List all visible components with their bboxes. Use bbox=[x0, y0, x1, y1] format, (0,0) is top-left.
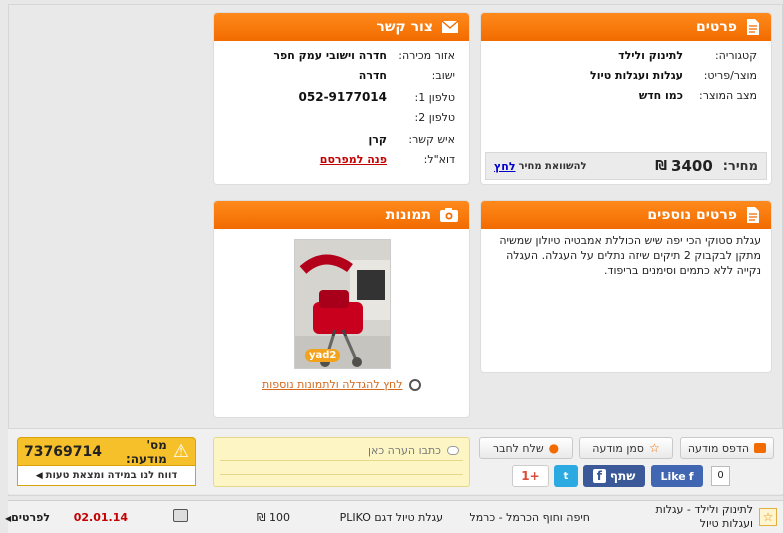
contact-person-value: קרן bbox=[368, 133, 388, 146]
envelope-icon bbox=[441, 20, 459, 33]
send-to-friend-button[interactable]: ● שלח לחבר bbox=[479, 437, 573, 459]
document-icon bbox=[747, 19, 759, 35]
facebook-icon: f bbox=[688, 469, 694, 483]
send-label: שלח לחבר bbox=[492, 441, 544, 455]
category-label: קטגוריה: bbox=[714, 49, 757, 62]
print-icon bbox=[754, 443, 767, 453]
listing-title: עגלת טיול דגם PLIKO bbox=[339, 511, 443, 524]
more-details-header: פרטים נוספים bbox=[481, 201, 771, 229]
contact-panel: צור קשר אזור מכירה: חדרה וישובי עמק חפר … bbox=[213, 12, 470, 185]
enlarge-row: לחץ להגדלה ולתמונות נוספות bbox=[214, 378, 469, 391]
phone1-value: 052-9177014 bbox=[298, 90, 387, 104]
currency: ₪ bbox=[655, 158, 668, 174]
photos-header: תמונות bbox=[214, 201, 469, 229]
ad-number-box: ⚠ מס' מודעה: 73769714 bbox=[17, 437, 196, 466]
contact-title: צור קשר bbox=[376, 19, 433, 35]
condition-label: מצב המוצר: bbox=[699, 89, 757, 102]
facebook-like-button[interactable]: f Like bbox=[651, 465, 703, 487]
listing-price: 100 ₪ bbox=[256, 511, 290, 524]
save-label: סמן מודעה bbox=[592, 441, 644, 455]
google-plus-button[interactable]: +1 bbox=[512, 465, 549, 487]
camera-icon bbox=[440, 208, 458, 222]
yad2-watermark: yad2 bbox=[305, 349, 341, 362]
details-panel: פרטים קטגוריה: לתינוק ולילד מוצר/פריט: ע… bbox=[480, 12, 772, 185]
enlarge-photos-link[interactable]: לחץ להגדלה ולתמונות נוספות bbox=[262, 378, 403, 391]
google-plus-label: +1 bbox=[521, 469, 540, 483]
star-icon: ☆ bbox=[648, 441, 660, 455]
twitter-button[interactable]: t bbox=[554, 465, 578, 487]
listing-row[interactable]: ☆ לתינוק ולילד - עגלות ועגלות טיול חיפה … bbox=[5, 500, 783, 533]
compare-price-link[interactable]: לחץ bbox=[494, 160, 515, 173]
listing-category: לתינוק ולילד - עגלות ועגלות טיול bbox=[655, 503, 753, 530]
city-label: ישוב: bbox=[431, 69, 455, 82]
share-label: שתף bbox=[609, 469, 636, 483]
ad-number-value: 73769714 bbox=[24, 443, 102, 460]
price-value: 3400 bbox=[671, 157, 713, 175]
twitter-icon: t bbox=[563, 470, 569, 482]
photos-title: תמונות bbox=[385, 207, 431, 223]
facebook-share-button[interactable]: שתף f bbox=[583, 465, 645, 487]
details-label: לפרטים bbox=[11, 511, 50, 524]
note-area[interactable]: כתבו הערה כאן bbox=[213, 437, 470, 487]
like-count: 0 bbox=[711, 466, 730, 486]
note-placeholder: כתבו הערה כאן bbox=[367, 444, 441, 457]
area-label: אזור מכירה: bbox=[398, 49, 455, 62]
report-error-link[interactable]: דווח לנו במידה ומצאת טעות ◀ bbox=[17, 466, 196, 486]
report-label: דווח לנו במידה ומצאת טעות bbox=[45, 470, 178, 481]
listing-date: 02.01.14 bbox=[73, 511, 128, 524]
facebook-icon: f bbox=[592, 469, 606, 483]
city-value: חדרה bbox=[358, 69, 387, 82]
more-details-panel: פרטים נוספים עגלת סטוקי הכי יפה שיש הכול… bbox=[480, 200, 772, 373]
phone2-label: טלפון 2: bbox=[414, 111, 455, 124]
phone1-label: טלפון 1: bbox=[414, 91, 455, 104]
document-icon bbox=[747, 207, 759, 223]
listing-details-link[interactable]: לפרטים◀ bbox=[5, 511, 50, 524]
like-label: Like bbox=[660, 469, 686, 483]
product-value: עגלות ועגלות טיול bbox=[590, 69, 683, 82]
category-value: לתינוק ולילד bbox=[618, 49, 683, 62]
details-title: פרטים bbox=[695, 19, 737, 35]
stroller-photo[interactable]: yad2 bbox=[294, 239, 391, 369]
contact-header: צור קשר bbox=[214, 13, 469, 41]
warning-icon: ⚠ bbox=[172, 440, 189, 462]
print-label: הדפס מודעה bbox=[687, 441, 750, 455]
details-header: פרטים bbox=[481, 13, 771, 41]
email-label: דוא"ל: bbox=[423, 153, 455, 166]
listing-area: חיפה וחוף הכרמל - כרמל bbox=[469, 511, 590, 524]
price-bar: מחיר: 3400 ₪ להשוואת מחיר לחץ bbox=[485, 152, 767, 180]
chevron-left-icon: ◀ bbox=[35, 470, 43, 481]
compare-price-text: להשוואת מחיר bbox=[518, 160, 587, 172]
zoom-icon bbox=[409, 379, 421, 391]
photos-panel: תמונות yad2 לחץ להגדלה ולתמונות נוספות bbox=[213, 200, 470, 418]
contact-person-label: איש קשר: bbox=[408, 133, 455, 146]
speech-bubble-icon bbox=[447, 446, 459, 455]
ad-number-label: מס' מודעה: bbox=[125, 437, 167, 466]
price-label: מחיר: bbox=[722, 158, 758, 174]
product-label: מוצר/פריט: bbox=[703, 69, 757, 82]
email-advertiser-link[interactable]: פנה למפרסם bbox=[320, 153, 387, 166]
condition-value: כמו חדש bbox=[638, 89, 683, 102]
print-ad-button[interactable]: הדפס מודעה bbox=[680, 437, 774, 459]
star-icon[interactable]: ☆ bbox=[759, 508, 777, 526]
more-details-title: פרטים נוספים bbox=[647, 207, 737, 223]
person-icon: ● bbox=[548, 441, 560, 455]
more-details-text: עגלת סטוקי הכי יפה שיש הכוללת אמבטיה טיו… bbox=[499, 234, 761, 277]
save-ad-button[interactable]: ☆ סמן מודעה bbox=[579, 437, 673, 459]
camera-icon bbox=[173, 509, 188, 522]
area-value: חדרה וישובי עמק חפר bbox=[273, 49, 387, 62]
